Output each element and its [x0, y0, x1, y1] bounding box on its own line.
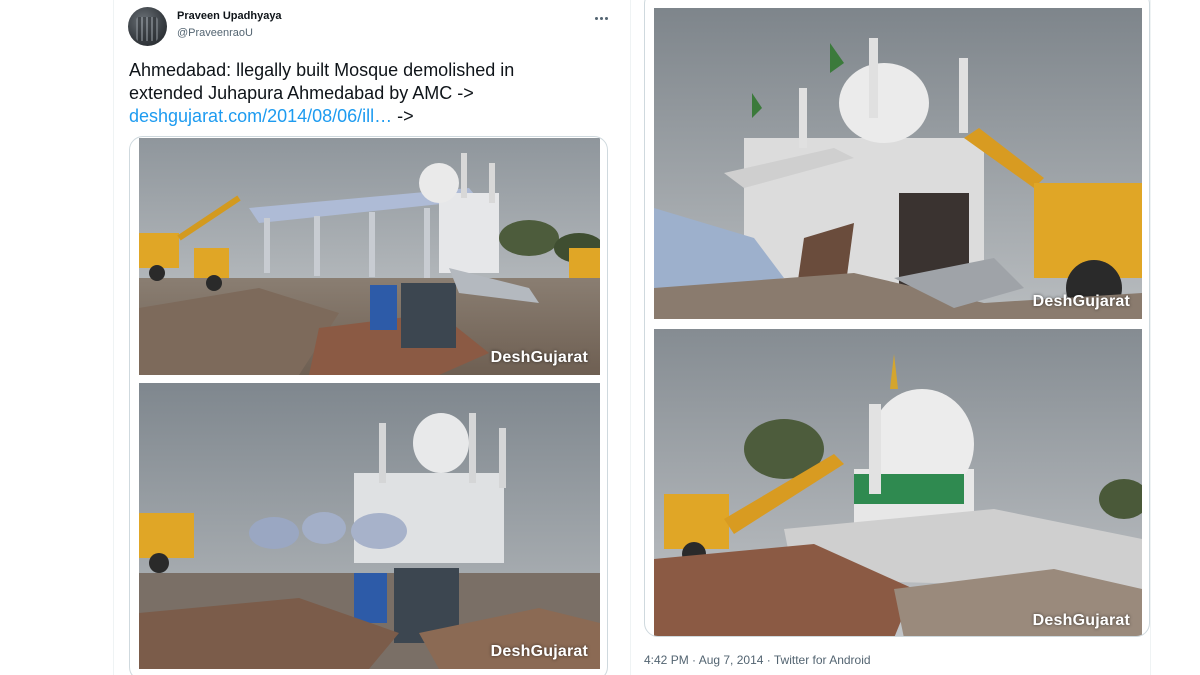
left-gutter — [0, 0, 113, 675]
tweet-text-line-1: Ahmedabad: llegally built Mosque demolis… — [129, 60, 515, 80]
column-divider-right — [1150, 0, 1151, 675]
photo-2[interactable]: DeshGujarat — [139, 383, 600, 669]
photo-4-watermark: DeshGujarat — [1032, 612, 1130, 629]
photo-3[interactable]: DeshGujarat — [654, 8, 1142, 319]
demolition-photo-1-image — [139, 138, 600, 375]
demolition-photo-4-image — [654, 329, 1142, 636]
media-grid-left: DeshGujarat DeshGujarat — [129, 136, 608, 675]
tweet-text-line-3: deshgujarat.com/2014/08/06/ill… -> — [129, 105, 609, 128]
photo-1[interactable]: DeshGujarat — [139, 138, 600, 375]
more-options-button[interactable] — [590, 10, 612, 26]
photo-4[interactable]: DeshGujarat — [654, 329, 1142, 636]
tweet-timestamp[interactable]: 4:42 PM · Aug 7, 2014 · Twitter for Andr… — [644, 653, 871, 667]
media-grid-right: DeshGujarat DeshGujarat — [644, 0, 1150, 637]
column-divider-middle — [630, 0, 631, 675]
photo-2-watermark: DeshGujarat — [490, 643, 588, 660]
tweet-text: Ahmedabad: llegally built Mosque demolis… — [129, 59, 609, 128]
photo-1-watermark: DeshGujarat — [490, 349, 588, 366]
photo-3-watermark: DeshGujarat — [1032, 293, 1130, 310]
more-horizontal-icon — [594, 16, 598, 20]
column-divider-left — [113, 0, 114, 675]
demolition-photo-3-image — [654, 8, 1142, 319]
link-suffix: -> — [392, 106, 414, 126]
demolition-photo-2-image — [139, 383, 600, 669]
tweet-text-line-2: extended Juhapura Ahmedabad by AMC -> — [129, 83, 474, 103]
tweet-link[interactable]: deshgujarat.com/2014/08/06/ill… — [129, 106, 392, 126]
avatar[interactable] — [128, 7, 167, 46]
user-handle[interactable]: @PraveenraoU — [177, 27, 253, 39]
display-name[interactable]: Praveen Upadhyaya — [177, 10, 282, 22]
